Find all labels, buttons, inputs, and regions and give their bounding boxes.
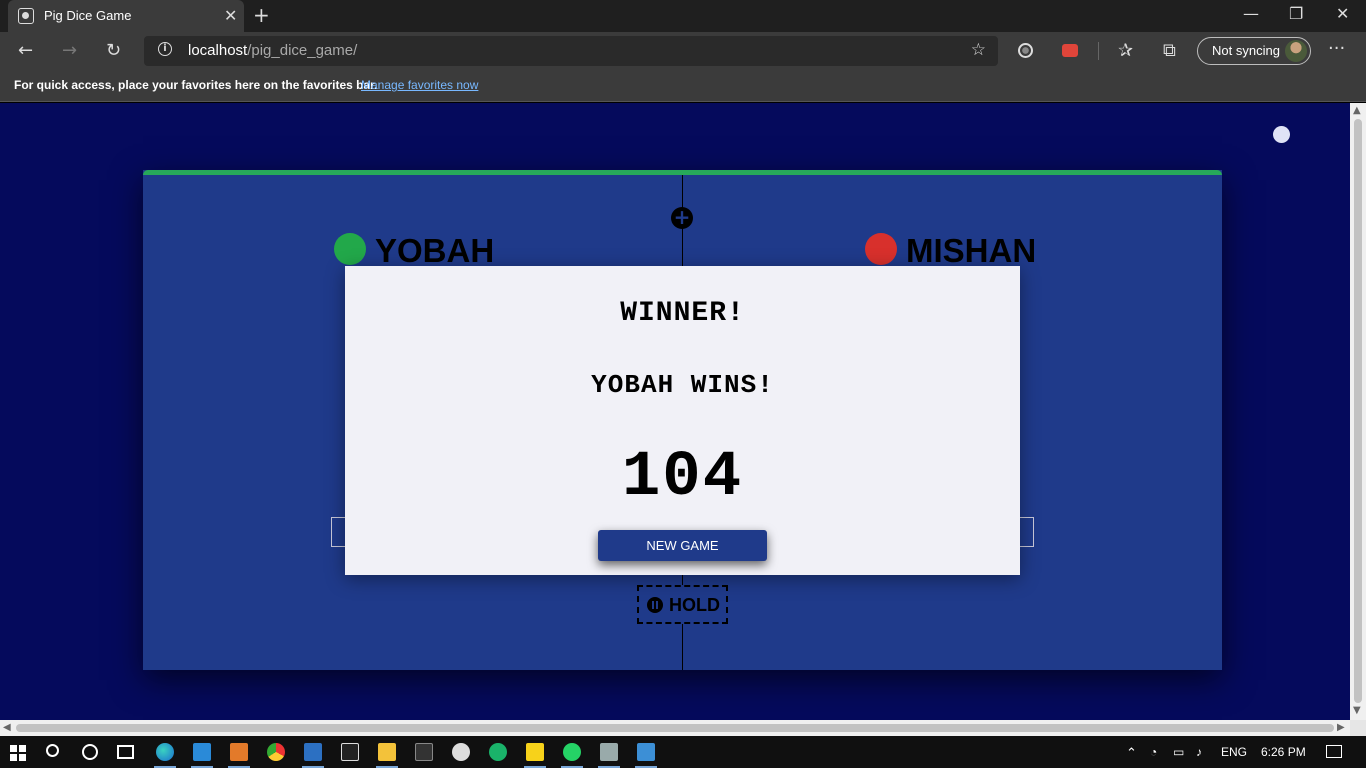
clock[interactable]: 6:26 PM — [1261, 745, 1306, 759]
browser-tab[interactable]: Pig Dice Game ✕ — [8, 0, 244, 32]
windows-start-icon[interactable] — [10, 745, 26, 761]
player-one-name: YOBAH — [375, 232, 495, 269]
scroll-right-icon[interactable]: ▶ — [1337, 722, 1345, 733]
toolbar-divider — [1098, 42, 1099, 60]
photos-icon[interactable] — [637, 743, 655, 761]
edge-icon[interactable] — [156, 743, 174, 761]
favorites-bar: For quick access, place your favorites h… — [0, 70, 1366, 102]
extension-icon[interactable] — [1018, 43, 1033, 58]
vscode-icon[interactable] — [193, 743, 211, 761]
avatar — [1285, 40, 1307, 62]
close-window-icon[interactable]: ✕ — [1336, 4, 1349, 23]
add-favorite-icon[interactable]: ☆ — [971, 40, 986, 60]
task-view-icon[interactable] — [117, 745, 134, 759]
scrollbar-corner — [1350, 720, 1366, 736]
player-two-name: MISHAN — [906, 232, 1037, 269]
chrome-icon[interactable] — [267, 743, 285, 761]
pause-icon — [647, 597, 663, 613]
browser-toolbar: ← → ↻ i localhost/pig_dice_game/ ☆ ✰ ⧉ N… — [0, 32, 1366, 70]
modal-title: WINNER! — [620, 298, 745, 329]
file-explorer-icon[interactable] — [378, 743, 396, 761]
minimize-icon[interactable]: — — [1243, 4, 1259, 23]
notifications-icon[interactable] — [1326, 745, 1342, 758]
player-one-color-dot — [334, 233, 366, 265]
volume-icon[interactable]: ♪ — [1196, 745, 1202, 759]
vertical-scrollbar[interactable]: ▲ ▼ — [1350, 103, 1366, 720]
notepad-icon[interactable] — [304, 743, 322, 761]
tab-close-icon[interactable]: ✕ — [224, 6, 237, 25]
favorites-icon[interactable]: ✰ — [1118, 40, 1133, 61]
cortana-icon[interactable] — [82, 744, 98, 760]
theme-toggle[interactable] — [1273, 126, 1290, 143]
roll-dice-button[interactable]: + — [671, 207, 693, 229]
address-bar[interactable]: i localhost/pig_dice_game/ ☆ — [144, 36, 998, 66]
sticky-notes-icon[interactable] — [526, 743, 544, 761]
winning-score: 104 — [621, 442, 744, 514]
winner-modal: WINNER! YOBAH WINS! 104 NEW GAME — [345, 266, 1020, 575]
hold-label: HOLD — [669, 595, 720, 615]
tab-title: Pig Dice Game — [44, 8, 132, 23]
winner-text: YOBAH WINS! — [591, 370, 774, 400]
horizontal-scrollbar[interactable]: ◀ ▶ — [0, 720, 1350, 736]
restore-icon[interactable]: ❐ — [1289, 4, 1303, 23]
more-icon[interactable]: ··· — [1328, 38, 1345, 59]
code-editor-icon[interactable] — [415, 743, 433, 761]
scroll-down-icon[interactable]: ▼ — [1353, 705, 1361, 716]
new-tab-icon[interactable]: + — [253, 3, 270, 27]
scroll-up-icon[interactable]: ▲ — [1353, 105, 1361, 116]
player-two-color-dot — [865, 233, 897, 265]
taskbar: ⌃ ◔ ▭ ♪ ENG 6:26 PM — [0, 736, 1366, 768]
grammarly-icon[interactable] — [489, 743, 507, 761]
app-icon[interactable] — [600, 743, 618, 761]
pig-icon — [18, 8, 34, 24]
xampp-icon[interactable] — [230, 743, 248, 761]
whatsapp-icon[interactable] — [563, 743, 581, 761]
hold-button[interactable]: HOLD — [637, 585, 728, 624]
language-indicator[interactable]: ENG — [1221, 745, 1247, 759]
tray-chevron-icon[interactable]: ⌃ — [1126, 745, 1137, 761]
forward-icon[interactable]: → — [62, 40, 77, 61]
battery-icon[interactable]: ▭ — [1173, 745, 1184, 759]
site-info-icon[interactable]: i — [158, 42, 172, 56]
search-icon[interactable] — [46, 744, 59, 757]
back-icon[interactable]: ← — [18, 40, 33, 61]
screenshot-extension-icon[interactable] — [1062, 44, 1078, 57]
terminal-icon[interactable] — [341, 743, 359, 761]
network-icon[interactable]: ◔ — [1150, 745, 1157, 759]
new-game-button[interactable]: NEW GAME — [598, 530, 767, 561]
address-url: localhost/pig_dice_game/ — [188, 42, 358, 59]
paint-icon[interactable] — [452, 743, 470, 761]
vertical-scroll-thumb[interactable] — [1354, 119, 1362, 703]
horizontal-scroll-thumb[interactable] — [16, 724, 1334, 732]
manage-favorites-link[interactable]: Manage favorites now — [361, 78, 478, 92]
sync-label: Not syncing — [1212, 43, 1280, 58]
refresh-icon[interactable]: ↻ — [106, 40, 121, 61]
collections-icon[interactable]: ⧉ — [1163, 40, 1176, 61]
scroll-left-icon[interactable]: ◀ — [3, 722, 11, 733]
profile-sync-button[interactable]: Not syncing — [1197, 37, 1311, 65]
favorites-hint: For quick access, place your favorites h… — [14, 78, 378, 92]
browser-title-bar: Pig Dice Game ✕ + — ❐ ✕ — [0, 0, 1366, 32]
